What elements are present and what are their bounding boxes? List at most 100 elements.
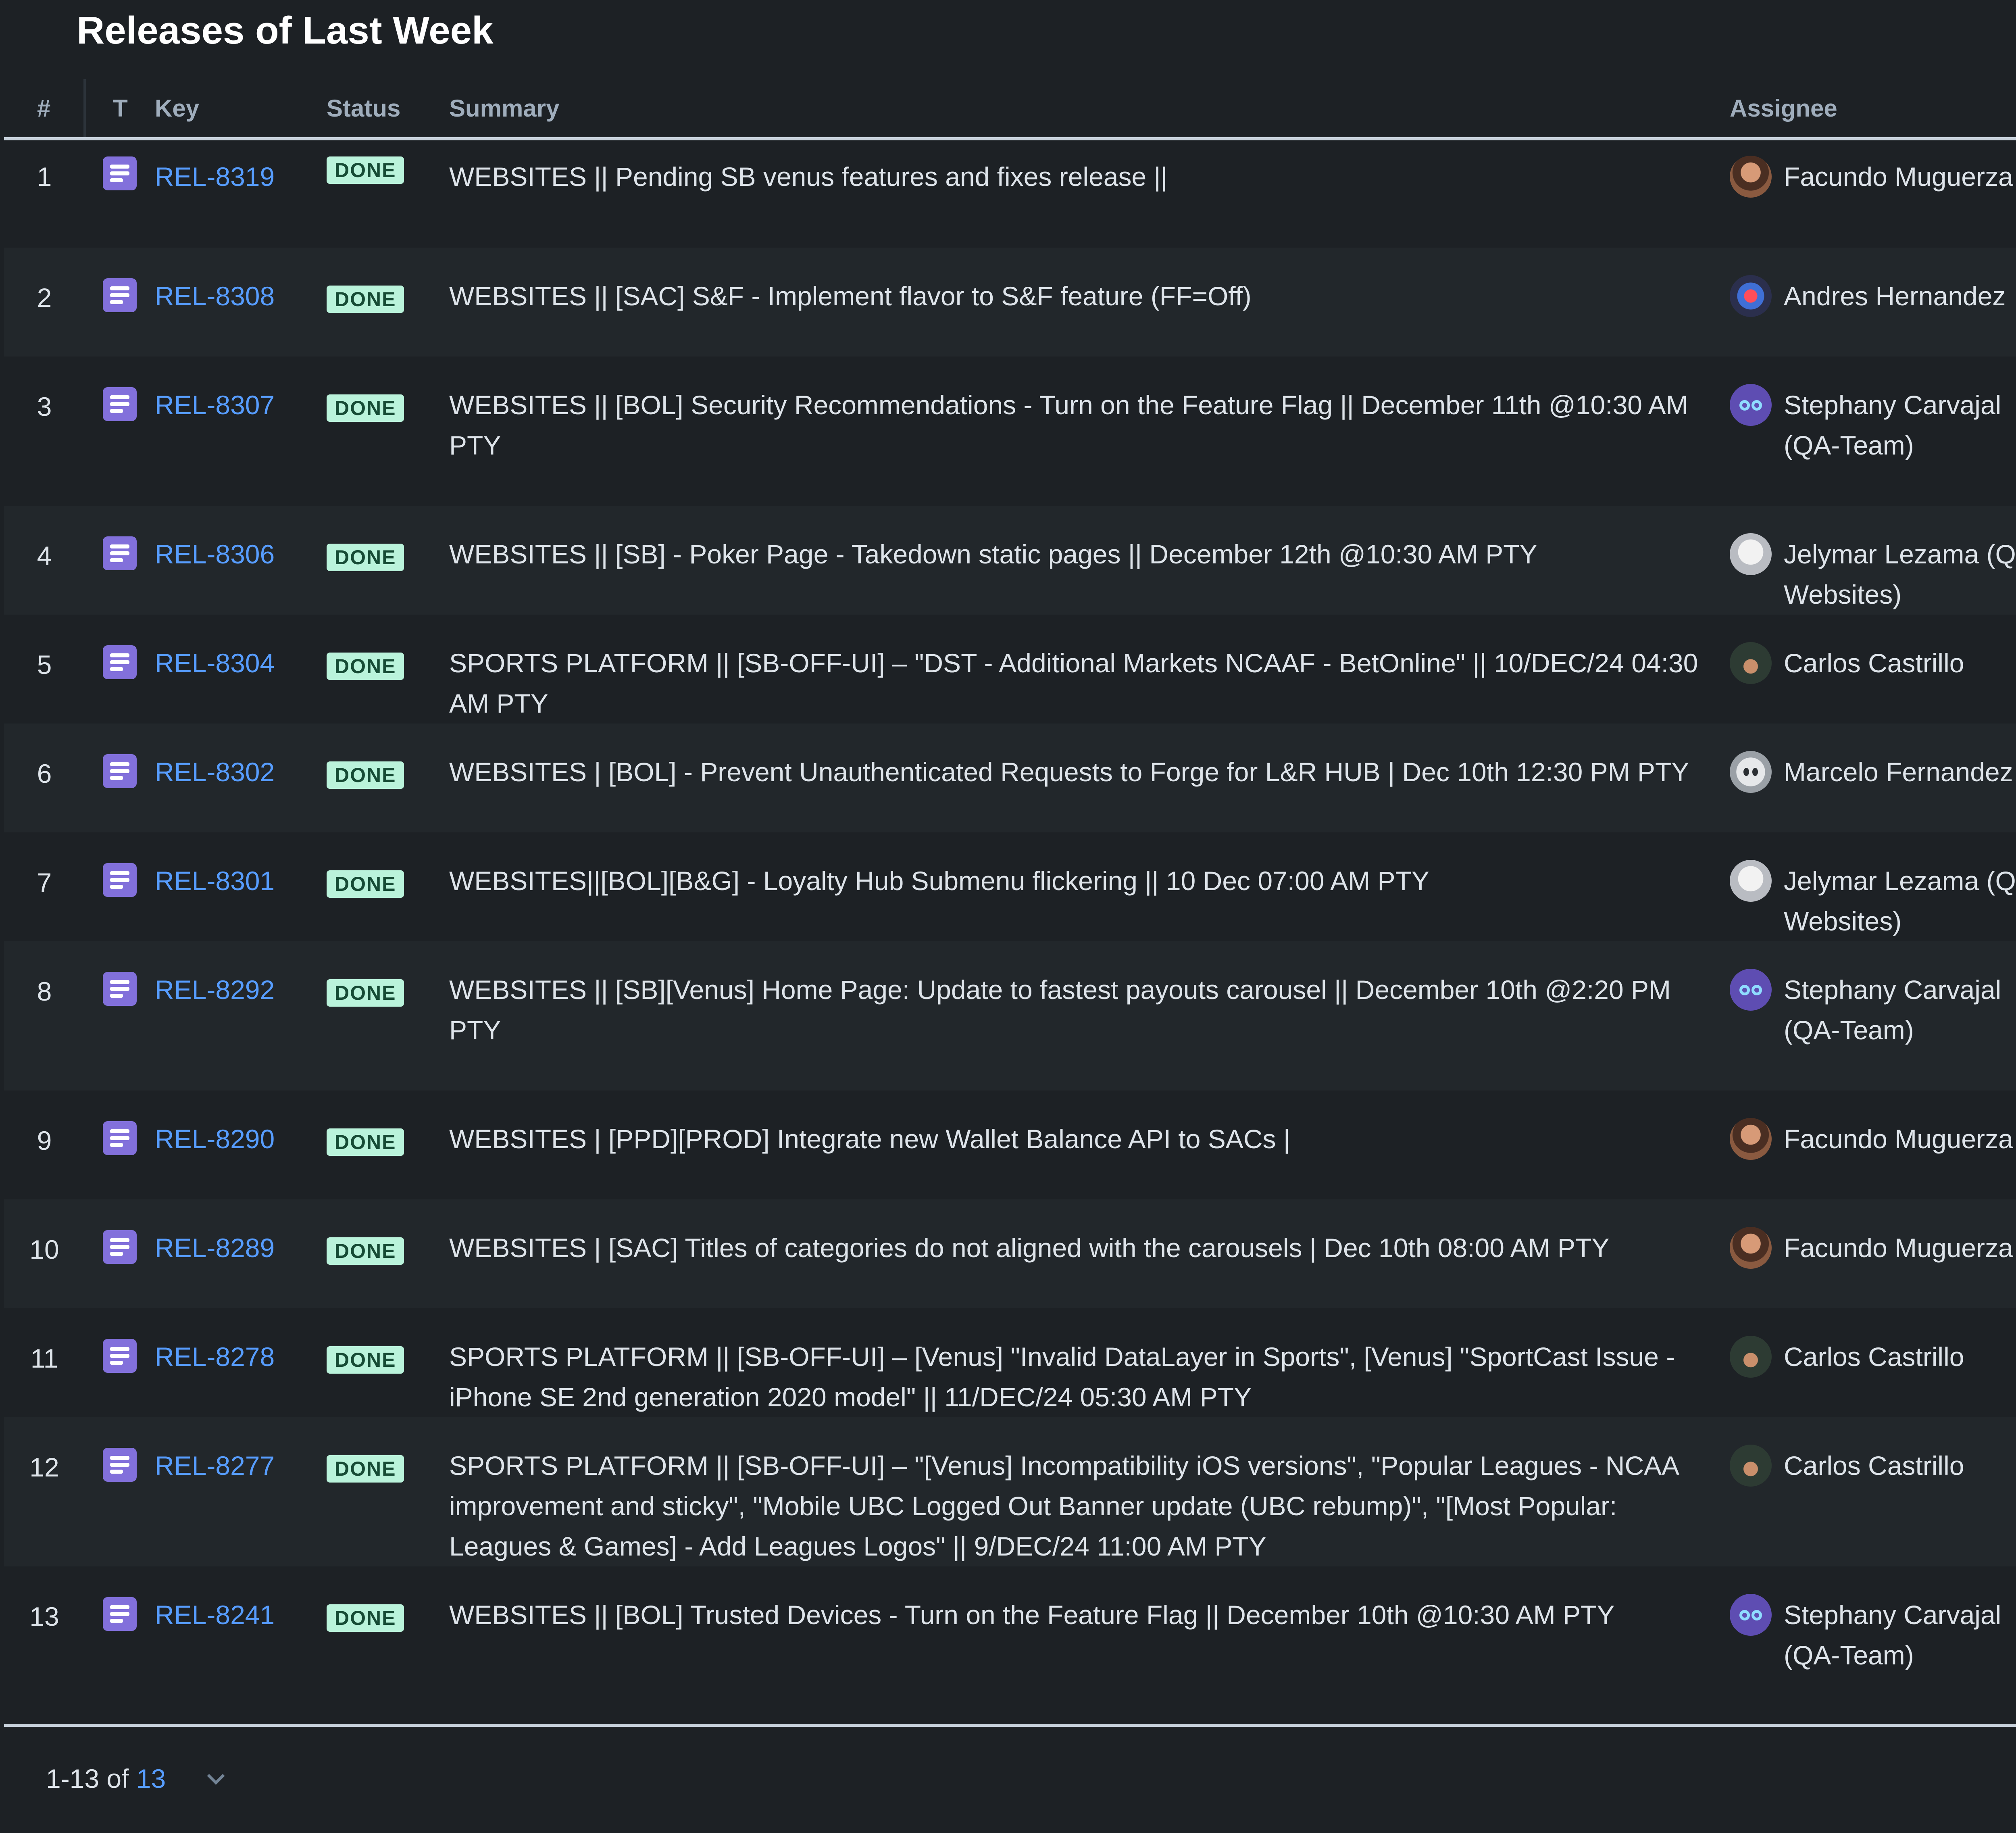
assignee-cell[interactable]: Facundo Muguerza <box>1730 1091 2016 1199</box>
issue-key-link[interactable]: REL-8319 <box>155 162 275 192</box>
pagination: 1-13 of 13 <box>46 1754 225 1803</box>
assignee-name: Carlos Castrillo <box>1784 1451 1964 1481</box>
assignee-cell[interactable]: Carlos Castrillo <box>1730 1308 2016 1417</box>
assignee-name: Stephany Carvajal (QA-Team) <box>1784 1600 2001 1670</box>
assignee-cell[interactable]: Carlos Castrillo <box>1730 615 2016 724</box>
table-row[interactable]: 10 REL-8289 DONE WEBSITES | [SAC] Titles of… <box>4 1199 2016 1308</box>
table-row[interactable]: 12 REL-8277 DONE SPORTS PLATFORM || [SB-OFF… <box>4 1417 2016 1566</box>
table-row[interactable]: 2 REL-8308 DONE WEBSITES || [SAC] S&F - Imp… <box>4 248 2016 357</box>
column-header-number[interactable]: # <box>4 79 85 140</box>
issue-key-link[interactable]: REL-8306 <box>155 539 275 569</box>
issue-summary[interactable]: WEBSITES || [BOL] Security Recommendatio… <box>449 357 1730 506</box>
task-icon <box>103 536 137 570</box>
status-badge: DONE <box>327 544 404 571</box>
issue-key-link[interactable]: REL-8278 <box>155 1342 275 1372</box>
status-badge: DONE <box>327 761 404 789</box>
avatar <box>1730 642 1772 684</box>
table-row[interactable]: 13 REL-8241 DONE WEBSITES || [BOL] Trusted … <box>4 1566 2016 1716</box>
avatar <box>1730 384 1772 426</box>
assignee-cell[interactable]: Jelymar Lezama (QA - Websites) <box>1730 832 2016 941</box>
pagination-total-link[interactable]: 13 <box>136 1764 166 1793</box>
row-number: 11 <box>30 1343 58 1373</box>
table-row[interactable]: 9 REL-8290 DONE WEBSITES | [PPD][PROD] Inte… <box>4 1091 2016 1199</box>
assignee-name: Facundo Muguerza <box>1784 1124 2013 1154</box>
pagination-range: 1-13 of <box>46 1764 129 1793</box>
task-icon <box>103 1230 137 1264</box>
issue-summary[interactable]: WEBSITES || [SB] - Poker Page - Takedown… <box>449 506 1730 615</box>
assignee-cell[interactable]: Andres Hernandez <box>1730 248 2016 357</box>
task-icon <box>103 156 137 190</box>
assignee-cell[interactable]: Facundo Muguerza <box>1730 139 2016 248</box>
column-header-type[interactable]: T <box>83 79 155 140</box>
status-badge: DONE <box>327 653 404 680</box>
assignee-cell[interactable]: Carlos Castrillo <box>1730 1417 2016 1566</box>
avatar <box>1730 275 1772 317</box>
issue-key-link[interactable]: REL-8301 <box>155 866 275 896</box>
table-header: # T Key Status Summary Assignee <box>4 79 2016 140</box>
assignee-cell[interactable]: Stephany Carvajal (QA-Team) <box>1730 357 2016 506</box>
row-number: 10 <box>29 1235 59 1264</box>
issue-key-link[interactable]: REL-8292 <box>155 975 275 1005</box>
row-number: 1 <box>37 162 52 192</box>
row-number: 13 <box>29 1602 59 1631</box>
issue-key-link[interactable]: REL-8277 <box>155 1451 275 1481</box>
issue-summary[interactable]: SPORTS PLATFORM || [SB-OFF-UI] – "DST - … <box>449 615 1730 724</box>
table-row[interactable]: 1 REL-8319 DONE WEBSITES || Pending SB venu… <box>4 139 2016 248</box>
avatar <box>1730 1594 1772 1636</box>
status-badge: DONE <box>327 156 404 184</box>
task-icon <box>103 278 137 312</box>
assignee-cell[interactable]: Facundo Muguerza <box>1730 1199 2016 1308</box>
issue-key-link[interactable]: REL-8302 <box>155 757 275 787</box>
assignee-cell[interactable]: Marcelo Fernandez <box>1730 724 2016 832</box>
assignee-name: Stephany Carvajal (QA-Team) <box>1784 975 2001 1045</box>
task-icon <box>103 1448 137 1482</box>
assignee-name: Facundo Muguerza <box>1784 1233 2013 1263</box>
issue-summary[interactable]: WEBSITES | [PPD][PROD] Integrate new Wal… <box>449 1091 1730 1199</box>
column-header-status[interactable]: Status <box>327 79 449 140</box>
status-badge: DONE <box>327 394 404 422</box>
issue-summary[interactable]: WEBSITES | [SAC] Titles of categories do… <box>449 1199 1730 1308</box>
table-row[interactable]: 7 REL-8301 DONE WEBSITES||[BOL][B&G] - Loya… <box>4 832 2016 941</box>
issue-summary[interactable]: WEBSITES || Pending SB venus features an… <box>449 139 1730 248</box>
issues-table: # T Key Status Summary Assignee 1 REL-831… <box>4 79 2016 1716</box>
status-badge: DONE <box>327 1346 404 1374</box>
avatar <box>1730 751 1772 793</box>
issue-summary[interactable]: WEBSITES | [BOL] - Prevent Unauthenticat… <box>449 724 1730 832</box>
issue-summary[interactable]: WEBSITES || [SB][Venus] Home Page: Updat… <box>449 941 1730 1091</box>
assignee-cell[interactable]: Jelymar Lezama (QA - Websites) <box>1730 506 2016 615</box>
assignee-name: Facundo Muguerza <box>1784 162 2013 192</box>
table-row[interactable]: 6 REL-8302 DONE WEBSITES | [BOL] - Prevent … <box>4 724 2016 832</box>
issue-key-link[interactable]: REL-8304 <box>155 648 275 678</box>
issue-summary[interactable]: WEBSITES || [SAC] S&F - Implement flavor… <box>449 248 1730 357</box>
issue-key-link[interactable]: REL-8290 <box>155 1124 275 1154</box>
issue-summary[interactable]: WEBSITES || [BOL] Trusted Devices - Turn… <box>449 1566 1730 1716</box>
task-icon <box>103 863 137 897</box>
table-row[interactable]: 8 REL-8292 DONE WEBSITES || [SB][Venus] Hom… <box>4 941 2016 1091</box>
status-badge: DONE <box>327 870 404 898</box>
issue-summary[interactable]: SPORTS PLATFORM || [SB-OFF-UI] – "[Venus… <box>449 1417 1730 1566</box>
issue-summary[interactable]: SPORTS PLATFORM || [SB-OFF-UI] – [Venus]… <box>449 1308 1730 1417</box>
issue-key-link[interactable]: REL-8241 <box>155 1600 275 1630</box>
status-badge: DONE <box>327 1237 404 1265</box>
issue-key-link[interactable]: REL-8289 <box>155 1233 275 1263</box>
task-icon <box>103 1121 137 1155</box>
status-badge: DONE <box>327 1455 404 1483</box>
assignee-cell[interactable]: Stephany Carvajal (QA-Team) <box>1730 1566 2016 1716</box>
chevron-down-icon[interactable] <box>207 1767 225 1785</box>
column-header-summary[interactable]: Summary <box>449 79 1730 140</box>
column-header-key[interactable]: Key <box>155 79 327 140</box>
row-number: 4 <box>37 541 52 571</box>
assignee-name: Carlos Castrillo <box>1784 648 1964 678</box>
table-row[interactable]: 11 REL-8278 DONE SPORTS PLATFORM || [SB-OFF… <box>4 1308 2016 1417</box>
column-header-assignee[interactable]: Assignee <box>1730 79 2016 140</box>
table-row[interactable]: 5 REL-8304 DONE SPORTS PLATFORM || [SB-OFF-… <box>4 615 2016 724</box>
table-row[interactable]: 3 REL-8307 DONE WEBSITES || [BOL] Security … <box>4 357 2016 506</box>
issue-key-link[interactable]: REL-8308 <box>155 281 275 311</box>
assignee-cell[interactable]: Stephany Carvajal (QA-Team) <box>1730 941 2016 1091</box>
issue-key-link[interactable]: REL-8307 <box>155 390 275 420</box>
status-badge: DONE <box>327 1128 404 1156</box>
table-row[interactable]: 4 REL-8306 DONE WEBSITES || [SB] - Poker Pa… <box>4 506 2016 615</box>
avatar <box>1730 533 1772 575</box>
assignee-name: Jelymar Lezama (QA - Websites) <box>1784 539 2016 609</box>
issue-summary[interactable]: WEBSITES||[BOL][B&G] - Loyalty Hub Subme… <box>449 832 1730 941</box>
